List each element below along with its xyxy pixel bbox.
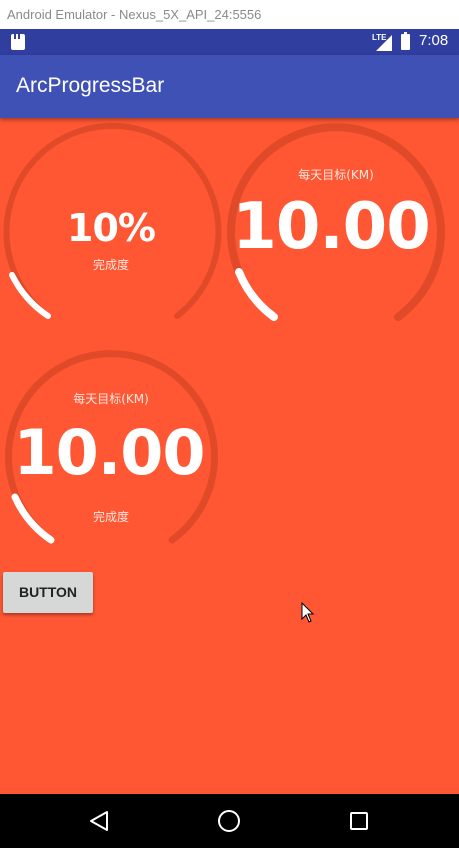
emulator-title-bar: Android Emulator - Nexus_5X_API_24:5556	[0, 0, 459, 29]
recents-icon[interactable]	[350, 812, 368, 830]
navigation-bar	[0, 794, 459, 848]
main-content: 10% 完成度 每天目标(KM) 10.00 每天目标(KM) 10.00 完成…	[0, 118, 459, 794]
battery-icon	[401, 32, 410, 50]
mouse-cursor-icon	[301, 602, 315, 623]
gauge-1-value: 10%	[67, 206, 156, 250]
app-bar: ArcProgressBar	[0, 55, 459, 118]
sd-card-icon	[11, 34, 25, 50]
arc-progress-gauge-1: 10% 完成度	[0, 118, 222, 328]
status-bar: LTE 7:08	[0, 29, 459, 55]
signal-icon	[376, 35, 392, 51]
arc-progress-gauge-3: 每天目标(KM) 10.00 完成度	[2, 346, 224, 556]
status-clock: 7:08	[419, 32, 449, 49]
action-button[interactable]: BUTTON	[3, 572, 93, 613]
gauge-3-value: 10.00	[13, 416, 205, 489]
gauge-2-progress	[235, 268, 278, 321]
app-title: ArcProgressBar	[16, 74, 165, 97]
arc-progress-gauge-2: 每天目标(KM) 10.00	[226, 120, 448, 330]
back-icon[interactable]	[89, 810, 109, 832]
gauge-1-label: 完成度	[92, 258, 129, 272]
gauge-3-label: 完成度	[92, 510, 129, 524]
gauge-2-unit-label: 每天目标(KM)	[298, 168, 374, 182]
emulator-title: Android Emulator - Nexus_5X_API_24:5556	[7, 7, 262, 22]
home-icon[interactable]	[218, 810, 240, 832]
gauge-3-unit-label: 每天目标(KM)	[73, 392, 149, 406]
gauge-2-value: 10.00	[232, 190, 430, 264]
